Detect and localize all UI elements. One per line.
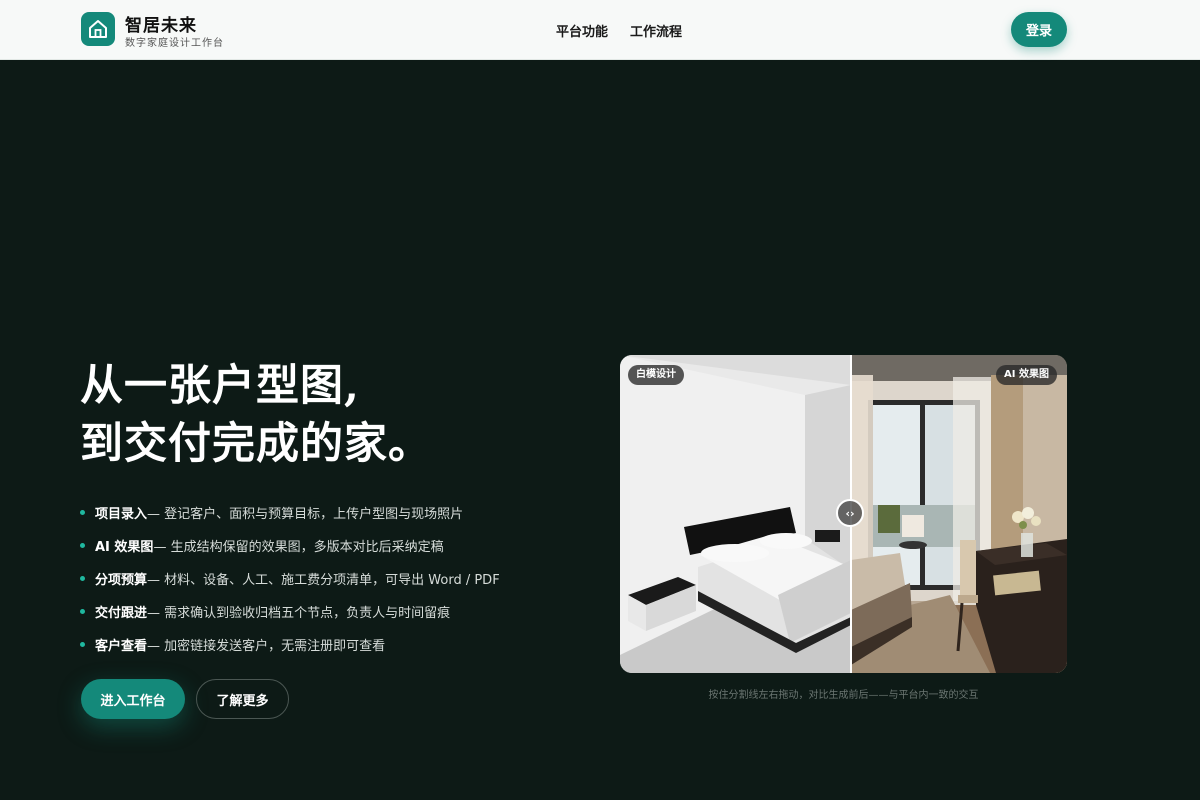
feature-title: 项目录入	[95, 507, 148, 522]
feature-item: 分项预算 — 材料、设备、人工、施工费分项清单，可导出 Word / PDF	[80, 562, 500, 595]
enter-workspace-button[interactable]: 进入工作台	[81, 679, 185, 719]
learn-more-button[interactable]: 了解更多	[196, 679, 289, 719]
feature-title: 客户查看	[95, 639, 148, 654]
feature-desc: — 登记客户、面积与预算目标，上传户型图与现场照片	[147, 507, 464, 522]
before-after-compare[interactable]: 白模设计 AI 效果图 ‹›	[620, 355, 1067, 673]
feature-desc: — 材料、设备、人工、施工费分项清单，可导出 Word / PDF	[147, 573, 500, 588]
ai-effect-render	[851, 355, 1067, 673]
bullet-dot-icon	[80, 510, 85, 515]
bullet-dot-icon	[80, 609, 85, 614]
feature-item: 交付跟进 — 需求确认到验收归档五个节点，负责人与时间留痕	[80, 595, 500, 628]
bullet-dot-icon	[80, 576, 85, 581]
bullet-dot-icon	[80, 543, 85, 548]
white-model-tag: 白模设计	[628, 365, 684, 385]
nav-workflow[interactable]: 工作流程	[630, 21, 682, 40]
compare-hint: 按住分割线左右拖动，对比生成前后——与平台内一致的交互	[708, 690, 979, 701]
ai-render-tag: AI 效果图	[996, 365, 1057, 385]
feature-item: 客户查看 — 加密链接发送客户，无需注册即可查看	[80, 628, 500, 661]
feature-title: AI 效果图	[95, 540, 154, 555]
feature-title: 分项预算	[95, 573, 148, 588]
home-logo-icon[interactable]	[81, 12, 115, 46]
feature-title: 交付跟进	[95, 606, 148, 621]
nav-platform-features[interactable]: 平台功能	[556, 21, 608, 40]
bullet-dot-icon	[80, 642, 85, 647]
hero-headline: 从一张户型图, 到交付完成的家。	[80, 357, 432, 473]
feature-list: 项目录入 — 登记客户、面积与预算目标，上传户型图与现场照片 AI 效果图 — …	[80, 496, 500, 661]
feature-desc: — 加密链接发送客户，无需注册即可查看	[147, 639, 386, 654]
feature-desc: — 需求确认到验收归档五个节点，负责人与时间留痕	[147, 606, 451, 621]
top-header: 智居未来 数字家庭设计工作台 平台功能 工作流程 登录	[0, 0, 1200, 60]
brand-title: 智居未来	[125, 16, 197, 36]
headline-line-2: 到交付完成的家。	[80, 419, 432, 469]
brand-subtitle: 数字家庭设计工作台	[125, 38, 224, 49]
login-button[interactable]: 登录	[1011, 12, 1067, 47]
feature-item: 项目录入 — 登记客户、面积与预算目标，上传户型图与现场照片	[80, 496, 500, 529]
drag-handle-icon[interactable]: ‹›	[836, 499, 864, 527]
headline-line-1: 从一张户型图,	[80, 361, 360, 411]
feature-desc: — 生成结构保留的效果图，多版本对比后采纳定稿	[153, 540, 444, 555]
feature-item: AI 效果图 — 生成结构保留的效果图，多版本对比后采纳定稿	[80, 529, 500, 562]
white-model-render	[620, 355, 851, 673]
